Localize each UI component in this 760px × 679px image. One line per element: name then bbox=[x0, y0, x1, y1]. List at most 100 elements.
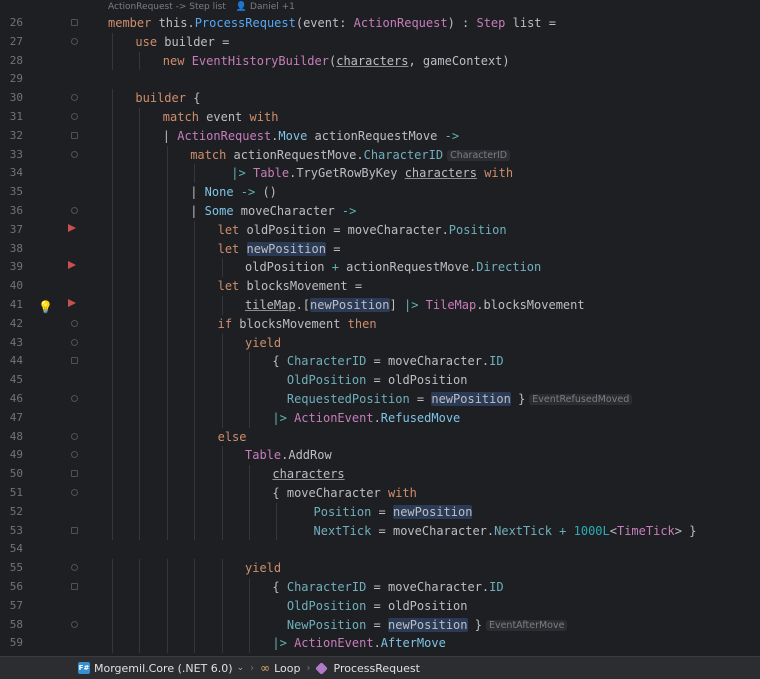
line-number[interactable]: 29 bbox=[0, 70, 23, 89]
line-number[interactable]: 26 bbox=[0, 14, 23, 33]
fold-marker-icon[interactable] bbox=[71, 94, 78, 102]
author-hint[interactable]: 👤 Daniel +1 bbox=[236, 2, 295, 12]
fold-marker-icon[interactable] bbox=[71, 357, 78, 365]
line-number[interactable]: 33 bbox=[0, 146, 23, 165]
code-token: ActionRequest bbox=[177, 128, 272, 143]
line-number[interactable]: 34 bbox=[0, 164, 23, 183]
code-line[interactable]: 26 member this.ProcessRequest(event: Acti… bbox=[0, 14, 760, 33]
line-number[interactable]: 28 bbox=[0, 52, 23, 71]
code-token: -> bbox=[341, 204, 357, 218]
fold-marker-icon[interactable] bbox=[71, 37, 78, 45]
line-number[interactable]: 35 bbox=[0, 183, 23, 202]
code-editor[interactable]: ActionRequest -> Step list 👤 Daniel +1 2… bbox=[0, 0, 760, 656]
code-line[interactable]: 36 | Some moveCharacter -> bbox=[0, 202, 760, 221]
fold-marker-icon[interactable] bbox=[71, 470, 78, 478]
line-number[interactable]: 39 bbox=[0, 258, 23, 277]
code-line[interactable]: 30 builder { bbox=[0, 89, 760, 108]
code-line[interactable]: 52 Position = newPosition bbox=[0, 502, 760, 522]
code-token: | bbox=[190, 185, 205, 200]
line-number[interactable]: 58 bbox=[0, 616, 23, 635]
code-line[interactable]: 38 let newPosition = bbox=[0, 239, 760, 259]
line-number[interactable]: 45 bbox=[0, 371, 23, 390]
code-line[interactable]: 49 Table.AddRow bbox=[0, 446, 760, 466]
fold-marker-icon[interactable] bbox=[71, 150, 78, 158]
line-number[interactable]: 36 bbox=[0, 202, 23, 221]
code-line[interactable]: 45 OldPosition = oldPosition bbox=[0, 371, 760, 390]
code-line[interactable]: 56 { CharacterID = moveCharacter.ID bbox=[0, 578, 760, 597]
code-line[interactable]: 43 yield bbox=[0, 333, 760, 353]
line-number[interactable]: 43 bbox=[0, 334, 23, 353]
code-line[interactable]: 44 { CharacterID = moveCharacter.ID bbox=[0, 352, 760, 372]
indent-guide bbox=[166, 427, 168, 447]
line-number[interactable]: 49 bbox=[0, 446, 23, 465]
code-line[interactable]: 47 |> ActionEvent.RefusedMove bbox=[0, 408, 760, 428]
fold-marker-icon[interactable] bbox=[71, 564, 78, 572]
breadcrumb-module[interactable]: ∞ Loop bbox=[260, 661, 300, 675]
fold-marker-icon[interactable] bbox=[71, 113, 78, 120]
breadcrumb-project[interactable]: F# Morgemil.Core (.NET 6.0) ⌄ bbox=[78, 662, 244, 675]
line-number[interactable]: 42 bbox=[0, 315, 23, 334]
code-line[interactable]: 28 new EventHistoryBuilder(characters, ga… bbox=[0, 51, 760, 71]
code-line[interactable]: 50 characters bbox=[0, 465, 760, 484]
code-line[interactable]: 33 match actionRequestMove.CharacterID Cha… bbox=[0, 145, 760, 165]
code-line[interactable]: 40 let blocksMovement = bbox=[0, 277, 760, 296]
code-line[interactable]: 57 OldPosition = oldPosition bbox=[0, 596, 760, 616]
line-number[interactable]: 32 bbox=[0, 127, 23, 146]
line-number[interactable]: 53 bbox=[0, 522, 23, 541]
fold-marker-icon[interactable] bbox=[71, 338, 78, 346]
code-line[interactable]: 29 bbox=[0, 70, 760, 89]
fold-marker-icon[interactable] bbox=[71, 131, 78, 139]
code-line[interactable]: 41 💡 tileMap.[newPosition] |> TileMap.bloc… bbox=[0, 296, 760, 315]
fold-marker-icon[interactable] bbox=[71, 432, 78, 440]
fold-marker-icon[interactable] bbox=[71, 207, 78, 214]
code-line[interactable]: 37 let oldPosition = moveCharacter.Positi… bbox=[0, 220, 760, 240]
code-line[interactable]: 35 | None -> () bbox=[0, 183, 760, 202]
line-number[interactable]: 46 bbox=[0, 390, 23, 409]
line-number[interactable]: 31 bbox=[0, 108, 23, 127]
fold-marker-icon[interactable] bbox=[71, 583, 78, 590]
code-line[interactable]: 31 match event with bbox=[0, 108, 760, 127]
fold-marker-icon[interactable] bbox=[71, 19, 78, 26]
line-number[interactable]: 38 bbox=[0, 240, 23, 259]
code-line[interactable]: 27 use builder = bbox=[0, 32, 760, 52]
code-line[interactable]: 59 |> ActionEvent.AfterMove bbox=[0, 634, 760, 654]
line-number[interactable]: 37 bbox=[0, 221, 23, 240]
line-number[interactable]: 27 bbox=[0, 33, 23, 52]
line-number[interactable]: 41 bbox=[0, 296, 23, 315]
line-number[interactable]: 59 bbox=[0, 634, 23, 653]
line-number[interactable]: 30 bbox=[0, 89, 23, 108]
line-number[interactable]: 55 bbox=[0, 559, 23, 578]
breakpoint-marker-icon[interactable] bbox=[68, 223, 76, 232]
fold-marker-icon[interactable] bbox=[71, 319, 78, 327]
line-number[interactable]: 52 bbox=[0, 503, 23, 522]
code-line[interactable]: 58 NewPosition = newPosition } EventAfter… bbox=[0, 615, 760, 635]
breakpoint-marker-icon[interactable] bbox=[68, 299, 76, 307]
fold-marker-icon[interactable] bbox=[71, 395, 78, 402]
line-number[interactable]: 56 bbox=[0, 578, 23, 597]
line-number[interactable]: 47 bbox=[0, 409, 23, 428]
code-line[interactable]: 55 yield bbox=[0, 559, 760, 578]
code-line[interactable]: 48 else bbox=[0, 427, 760, 447]
line-number[interactable]: 40 bbox=[0, 277, 23, 296]
line-number[interactable]: 50 bbox=[0, 465, 23, 484]
fold-marker-icon[interactable] bbox=[71, 526, 78, 534]
breakpoint-marker-icon[interactable] bbox=[68, 261, 76, 270]
code-line[interactable]: 46 RequestedPosition = newPosition } Even… bbox=[0, 390, 760, 409]
code-line[interactable]: 54 bbox=[0, 540, 760, 559]
fold-marker-icon[interactable] bbox=[71, 620, 78, 628]
fold-marker-icon[interactable] bbox=[71, 451, 78, 459]
breadcrumb-method[interactable]: ProcessRequest bbox=[314, 662, 420, 675]
code-line[interactable]: 39 oldPosition + actionRequestMove.Direct… bbox=[0, 258, 760, 278]
code-line[interactable]: 53 NextTick = moveCharacter.NextTick + 10… bbox=[0, 521, 760, 541]
code-line[interactable]: 32 | ActionRequest.Move actionRequestMove… bbox=[0, 126, 760, 146]
line-number[interactable]: 54 bbox=[0, 540, 23, 559]
line-number[interactable]: 48 bbox=[0, 428, 23, 447]
code-line[interactable]: 51 { moveCharacter with bbox=[0, 484, 760, 503]
code-line[interactable]: 34 |> Table.TryGetRowByKey characters wit… bbox=[0, 164, 760, 184]
code-text: |> Table.TryGetRowByKey characters with bbox=[231, 164, 513, 183]
fold-marker-icon[interactable] bbox=[71, 489, 78, 496]
line-number[interactable]: 57 bbox=[0, 597, 23, 616]
line-number[interactable]: 44 bbox=[0, 352, 23, 371]
line-number[interactable]: 51 bbox=[0, 484, 23, 503]
code-line[interactable]: 42 if blocksMovement then bbox=[0, 314, 760, 334]
